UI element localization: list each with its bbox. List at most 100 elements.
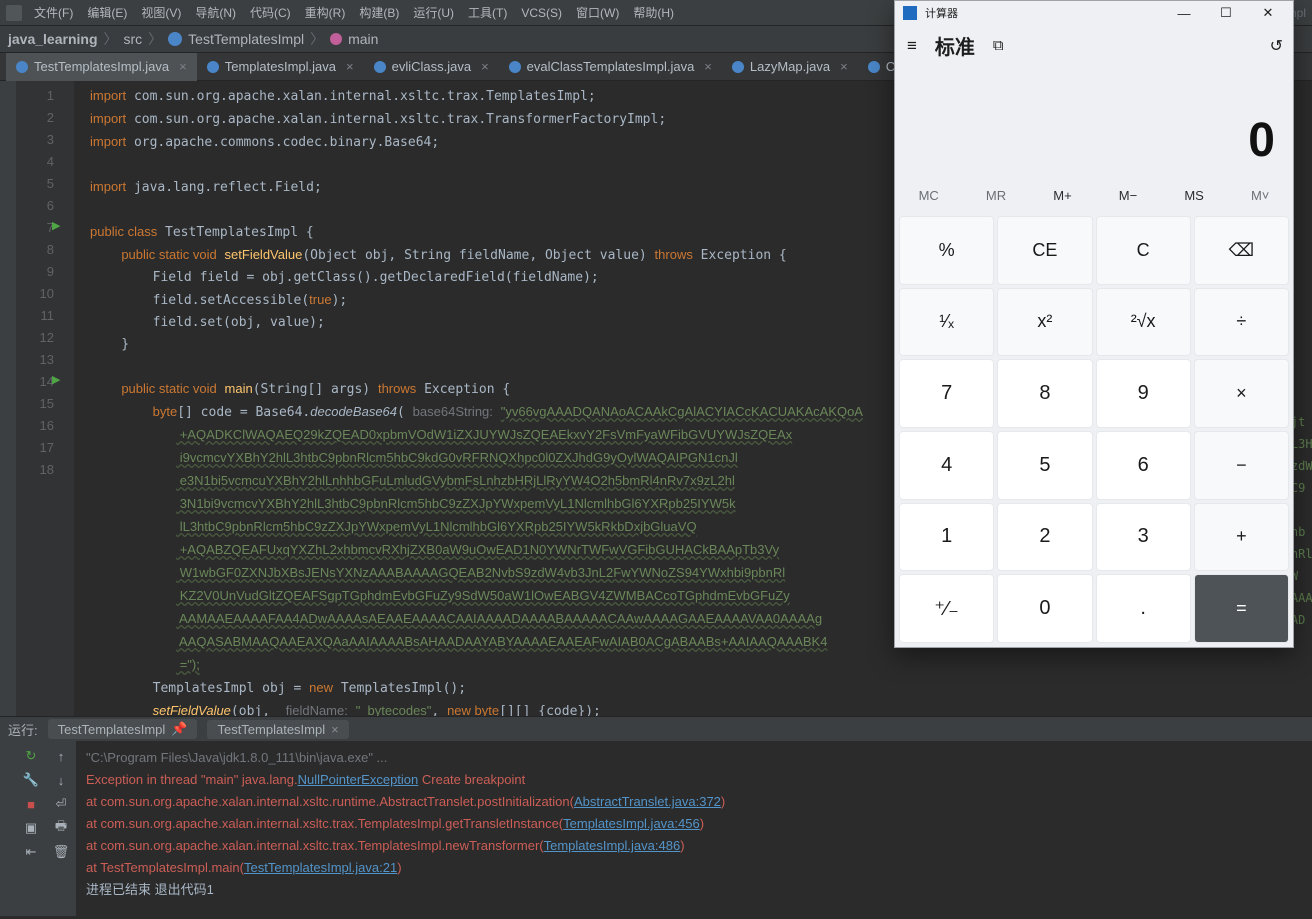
menu-tools[interactable]: 工具(T) (468, 4, 507, 21)
mem-mlist[interactable]: M˅ (1251, 188, 1269, 203)
menu-vcs[interactable]: VCS(S) (521, 6, 562, 20)
menu-help[interactable]: 帮助(H) (633, 4, 674, 21)
up-icon[interactable]: ↑ (52, 747, 70, 765)
calc-key-CE[interactable]: CE (997, 216, 1092, 285)
tab-evliclass[interactable]: evliClass.java× (364, 53, 499, 81)
crumb-class[interactable]: TestTemplatesImpl (188, 31, 304, 47)
run-gutter-icon[interactable]: ▶ (52, 369, 60, 391)
close-icon[interactable]: × (331, 722, 339, 737)
menu-refac[interactable]: 重构(R) (305, 4, 346, 21)
calc-key-4[interactable]: 4 (899, 431, 994, 500)
calc-key-x²[interactable]: x² (997, 288, 1092, 357)
calc-key-2[interactable]: 2 (997, 503, 1092, 572)
run-console: ↻ 🔧 ■ ▣ ⇤ ↑ ↓ ⏎ 🖶 🗑 "C:\Program Files\Ja… (0, 741, 1312, 916)
close-icon[interactable]: × (704, 59, 712, 74)
calc-key-−[interactable]: − (1194, 431, 1289, 500)
calc-key-¹⁄ₓ[interactable]: ¹⁄ₓ (899, 288, 994, 357)
java-class-icon (207, 61, 219, 73)
calc-key-+[interactable]: + (1194, 503, 1289, 572)
mem-mplus[interactable]: M+ (1053, 188, 1071, 203)
calc-key-C[interactable]: C (1096, 216, 1191, 285)
left-rail (0, 741, 16, 916)
menu-edit[interactable]: 编辑(E) (87, 4, 127, 21)
calculator-icon (903, 6, 917, 20)
print-icon[interactable]: 🖶 (52, 819, 70, 837)
calc-key-3[interactable]: 3 (1096, 503, 1191, 572)
calc-key-⌫[interactable]: ⌫ (1194, 216, 1289, 285)
calc-key-.[interactable]: . (1096, 574, 1191, 643)
java-class-icon (868, 61, 880, 73)
close-button[interactable]: ✕ (1251, 5, 1285, 21)
close-icon[interactable]: × (179, 59, 187, 74)
calc-key-%[interactable]: % (899, 216, 994, 285)
calc-key-7[interactable]: 7 (899, 359, 994, 428)
run-config-1[interactable]: TestTemplatesImpl📌 (48, 719, 198, 739)
console-buttons-right: ↑ ↓ ⏎ 🖶 🗑 (46, 741, 76, 916)
pin-icon[interactable]: 📌 (171, 721, 187, 737)
trash-icon[interactable]: 🗑 (52, 843, 70, 861)
calc-display: 0 (895, 66, 1293, 178)
java-class-icon (732, 61, 744, 73)
menu-window[interactable]: 窗口(W) (576, 4, 619, 21)
console-output[interactable]: "C:\Program Files\Java\jdk1.8.0_111\bin\… (76, 741, 1312, 916)
stop-icon[interactable]: ■ (22, 795, 40, 813)
close-icon[interactable]: × (481, 59, 489, 74)
calc-key-=[interactable]: = (1194, 574, 1289, 643)
run-config-2[interactable]: TestTemplatesImpl× (207, 720, 348, 739)
mem-mminus[interactable]: M− (1119, 188, 1137, 203)
calc-title: 计算器 (925, 5, 958, 21)
menu-nav[interactable]: 导航(N) (195, 4, 236, 21)
calc-key-×[interactable]: × (1194, 359, 1289, 428)
calc-mode: 标准 (935, 31, 975, 60)
calc-key-9[interactable]: 9 (1096, 359, 1191, 428)
calc-key-⁺⁄₋[interactable]: ⁺⁄₋ (899, 574, 994, 643)
minimize-button[interactable]: — (1167, 6, 1201, 21)
menu-code[interactable]: 代码(C) (250, 4, 291, 21)
tab-lazymap[interactable]: LazyMap.java× (722, 53, 858, 81)
mem-mc[interactable]: MC (919, 188, 939, 203)
tab-templatesimpl[interactable]: TemplatesImpl.java× (197, 53, 364, 81)
run-gutter-icon[interactable]: ▶ (52, 215, 60, 237)
calc-key-5[interactable]: 5 (997, 431, 1092, 500)
calc-key-8[interactable]: 8 (997, 359, 1092, 428)
close-icon[interactable]: × (346, 59, 354, 74)
class-icon (168, 32, 182, 46)
close-icon[interactable]: × (840, 59, 848, 74)
calc-titlebar[interactable]: 计算器 — ☐ ✕ (895, 1, 1293, 25)
calc-key-²√x[interactable]: ²√x (1096, 288, 1191, 357)
menu-view[interactable]: 视图(V) (141, 4, 181, 21)
wrap-icon[interactable]: ⏎ (52, 795, 70, 813)
calculator-window[interactable]: 计算器 — ☐ ✕ ≡ 标准 ⧉ ↺ 0 MC MR M+ M− MS M˅ %… (894, 0, 1294, 648)
hamburger-icon[interactable]: ≡ (907, 36, 917, 56)
memory-row: MC MR M+ M− MS M˅ (895, 178, 1293, 212)
java-class-icon (509, 61, 521, 73)
calc-key-6[interactable]: 6 (1096, 431, 1191, 500)
console-buttons-left: ↻ 🔧 ■ ▣ ⇤ (16, 741, 46, 916)
menu-run[interactable]: 运行(U) (413, 4, 454, 21)
calc-key-0[interactable]: 0 (997, 574, 1092, 643)
exit-icon[interactable]: ⇤ (22, 843, 40, 861)
layout-icon[interactable]: ▣ (22, 819, 40, 837)
keep-on-top-icon[interactable]: ⧉ (993, 37, 1004, 54)
settings-icon[interactable]: 🔧 (22, 771, 40, 789)
tab-testtemplatesimpl[interactable]: TestTemplatesImpl.java× (6, 53, 197, 81)
maximize-button[interactable]: ☐ (1209, 5, 1243, 21)
method-icon (330, 33, 342, 45)
mem-mr[interactable]: MR (986, 188, 1006, 203)
crumb-project[interactable]: java_learning (8, 31, 98, 47)
down-icon[interactable]: ↓ (52, 771, 70, 789)
java-class-icon (16, 61, 28, 73)
menu-file[interactable]: 文件(F) (34, 4, 73, 21)
crumb-method[interactable]: main (348, 31, 378, 47)
menu-build[interactable]: 构建(B) (359, 4, 399, 21)
calc-key-÷[interactable]: ÷ (1194, 288, 1289, 357)
mem-ms[interactable]: MS (1184, 188, 1204, 203)
left-rail (0, 81, 16, 716)
calc-key-1[interactable]: 1 (899, 503, 994, 572)
tab-evalclasstemplatesimpl[interactable]: evalClassTemplatesImpl.java× (499, 53, 722, 81)
java-class-icon (374, 61, 386, 73)
calc-header: ≡ 标准 ⧉ ↺ (895, 25, 1293, 66)
rerun-icon[interactable]: ↻ (22, 747, 40, 765)
history-icon[interactable]: ↺ (1270, 36, 1283, 56)
crumb-src[interactable]: src (124, 31, 143, 47)
